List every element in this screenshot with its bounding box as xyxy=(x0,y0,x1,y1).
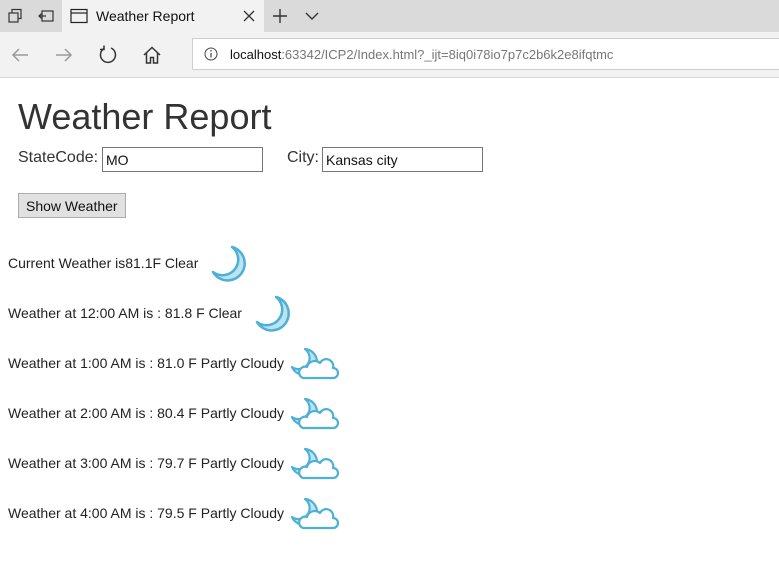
set-aside-icon xyxy=(38,10,54,22)
back-button[interactable] xyxy=(4,40,36,70)
refresh-button[interactable] xyxy=(92,40,124,70)
show-weather-button[interactable]: Show Weather xyxy=(18,193,126,218)
active-tab[interactable]: Weather Report xyxy=(62,0,264,32)
home-icon xyxy=(143,46,161,64)
hourly-weather-text: Weather at 12:00 AM is : 81.8 F Clear xyxy=(8,305,242,321)
home-button[interactable] xyxy=(136,40,168,70)
url-path: :63342/ICP2/Index.html?_ijt=8iq0i78io7p7… xyxy=(281,47,614,62)
refresh-icon xyxy=(99,45,117,64)
page-title: Weather Report xyxy=(18,96,272,137)
url-text: localhost:63342/ICP2/Index.html?_ijt=8iq… xyxy=(230,47,613,62)
partly-cloudy-night-icon xyxy=(290,447,339,480)
state-code-label: StateCode: xyxy=(18,149,99,166)
page-icon xyxy=(70,8,88,24)
back-arrow-icon xyxy=(11,48,28,62)
new-tab-icon[interactable] xyxy=(266,4,294,28)
tab-preview-icon xyxy=(8,8,22,23)
city-label: City: xyxy=(287,149,319,166)
address-bar[interactable]: localhost:63342/ICP2/Index.html?_ijt=8iq… xyxy=(192,38,779,70)
set-aside-tabs-button[interactable] xyxy=(31,0,61,32)
hourly-weather-text: Weather at 3:00 AM is : 79.7 F Partly Cl… xyxy=(8,455,284,471)
partly-cloudy-night-icon xyxy=(290,497,339,530)
hourly-weather-text: Weather at 1:00 AM is : 81.0 F Partly Cl… xyxy=(8,355,284,371)
moon-icon xyxy=(211,245,246,282)
state-code-input[interactable] xyxy=(102,147,263,172)
forward-arrow-icon xyxy=(56,48,73,62)
current-weather-text: Current Weather is81.1F Clear xyxy=(8,255,199,271)
moon-icon xyxy=(255,295,290,332)
url-host: localhost xyxy=(230,47,282,62)
navigation-bar: localhost:63342/ICP2/Index.html?_ijt=8iq… xyxy=(0,32,779,78)
forward-button[interactable] xyxy=(48,40,80,70)
partly-cloudy-night-icon xyxy=(290,347,339,380)
hourly-weather-text: Weather at 4:00 AM is : 79.5 F Partly Cl… xyxy=(8,505,284,521)
close-tab-icon[interactable] xyxy=(240,7,258,25)
tab-title: Weather Report xyxy=(96,8,195,24)
chevron-down-icon[interactable] xyxy=(298,4,326,28)
tab-strip: Weather Report xyxy=(0,0,779,32)
hourly-weather-text: Weather at 2:00 AM is : 80.4 F Partly Cl… xyxy=(8,405,284,421)
partly-cloudy-night-icon xyxy=(290,397,339,430)
info-icon[interactable] xyxy=(204,47,218,61)
tab-preview-button[interactable] xyxy=(0,0,30,32)
city-input[interactable] xyxy=(322,147,483,172)
